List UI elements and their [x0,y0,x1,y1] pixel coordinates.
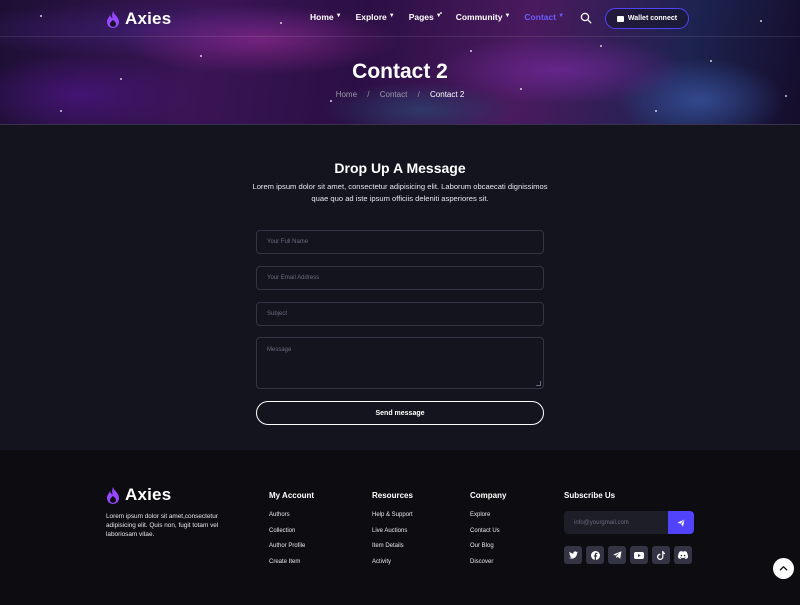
logo-text: Axies [125,9,172,28]
footer-link[interactable]: Live Auctions [372,528,413,544]
nav-label: Community [455,12,503,22]
back-to-top-button[interactable] [773,558,794,579]
breadcrumb-current: Contact 2 [430,90,465,99]
footer-link[interactable]: Collection [269,528,314,544]
wallet-connect-button[interactable]: Wallet connect [605,8,689,29]
logo-text: Axies [125,485,172,504]
search-icon[interactable] [580,12,592,24]
subscribe-button[interactable] [668,511,694,534]
nav-label: Contact [524,12,557,22]
flame-logo-icon [107,486,119,504]
send-message-button[interactable]: Send message [256,401,544,425]
placeholder-text: Your Full Name [267,239,309,245]
placeholder-text: info@yourgmail.com [574,519,629,526]
wallet-label: Wallet connect [627,15,678,22]
subject-input[interactable]: Subject [256,302,544,326]
footer-link[interactable]: Help & Support [372,512,413,528]
message-textarea[interactable]: Message [256,337,544,389]
chevron-down-icon: ▼ [558,13,565,19]
nav-item-home[interactable]: Home ▼ [310,12,342,22]
nav-item-explore[interactable]: Explore ▼ [356,12,395,22]
footer-link[interactable]: Create Item [269,559,314,575]
footer-logo[interactable]: Axies [106,485,171,505]
section-description: Lorem ipsum dolor sit amet, consectetur … [252,182,548,203]
telegram-icon[interactable] [608,546,626,564]
chevron-down-icon: ▼ [504,13,511,19]
chevron-down-icon: ▼ [335,13,342,19]
subscribe-title: Subscribe Us [564,491,616,500]
page-title: Contact 2 [352,60,448,83]
placeholder-text: Subject [267,311,288,317]
footer-link[interactable]: Item Details [372,543,413,559]
site-footer: Axies Lorem ipsum dolor sit amet,consect… [0,450,800,605]
section-title: Drop Up A Message [334,160,466,176]
breadcrumb: Home / Contact / Contact 2 [0,90,800,99]
resize-handle[interactable] [536,381,541,386]
email-input[interactable]: Your Email Address [256,266,544,290]
footer-link[interactable]: Explore [470,512,506,528]
header-divider [0,36,800,37]
footer-description: Lorem ipsum dolor sit amet,consectetur a… [106,513,219,538]
youtube-icon[interactable] [630,546,648,564]
footer-link[interactable]: Contact Us [470,528,506,544]
nav-label: Home [310,12,334,22]
breadcrumb-home[interactable]: Home [336,90,357,99]
chevron-down-icon: ▼ [388,13,395,19]
facebook-icon[interactable] [586,546,604,564]
footer-link[interactable]: Activity [372,559,413,575]
footer-link[interactable]: Our Blog [470,543,506,559]
footer-link[interactable]: Discover [470,559,506,575]
page-hero: Axies Home ▼ Explore ▼ Pages ▼ Community… [0,0,800,125]
nav-label: Explore [355,12,387,22]
arrow-up-icon [779,566,788,571]
nav-item-contact[interactable]: Contact ▼ [524,12,564,22]
subscribe-email-input[interactable]: info@yourgmail.com [564,511,670,534]
wallet-icon [616,15,624,22]
site-logo[interactable]: Axies [106,9,171,29]
nav-item-pages[interactable]: Pages ▼ [409,12,442,22]
footer-link[interactable]: Author Profile [269,543,314,559]
nav-item-community[interactable]: Community ▼ [456,12,511,22]
placeholder-text: Message [267,347,292,353]
breadcrumb-contact[interactable]: Contact [380,90,408,99]
tiktok-icon[interactable] [652,546,670,564]
column-title: Company [470,491,507,500]
footer-link[interactable]: Authors [269,512,314,528]
nav-label: Pages [408,12,434,22]
flame-logo-icon [107,10,119,28]
twitter-icon[interactable] [564,546,582,564]
column-title: Resources [372,491,413,500]
breadcrumb-separator: / [367,90,370,99]
discord-icon[interactable] [674,546,692,564]
placeholder-text: Your Email Address [267,275,320,281]
footer-column-resources: Resources Help & Support Live Auctions I… [372,491,413,575]
footer-column-company: Company Explore Contact Us Our Blog Disc… [470,491,506,575]
social-links [564,546,692,564]
chevron-down-icon: ▼ [435,13,442,19]
send-icon [677,518,685,527]
column-title: My Account [269,491,315,500]
contact-section: Drop Up A Message Lorem ipsum dolor sit … [0,125,800,450]
full-name-input[interactable]: Your Full Name [256,230,544,254]
breadcrumb-separator: / [417,90,420,99]
main-nav: Home ▼ Explore ▼ Pages ▼ Community ▼ Con… [310,12,578,22]
footer-column-my-account: My Account Authors Collection Author Pro… [269,491,314,575]
